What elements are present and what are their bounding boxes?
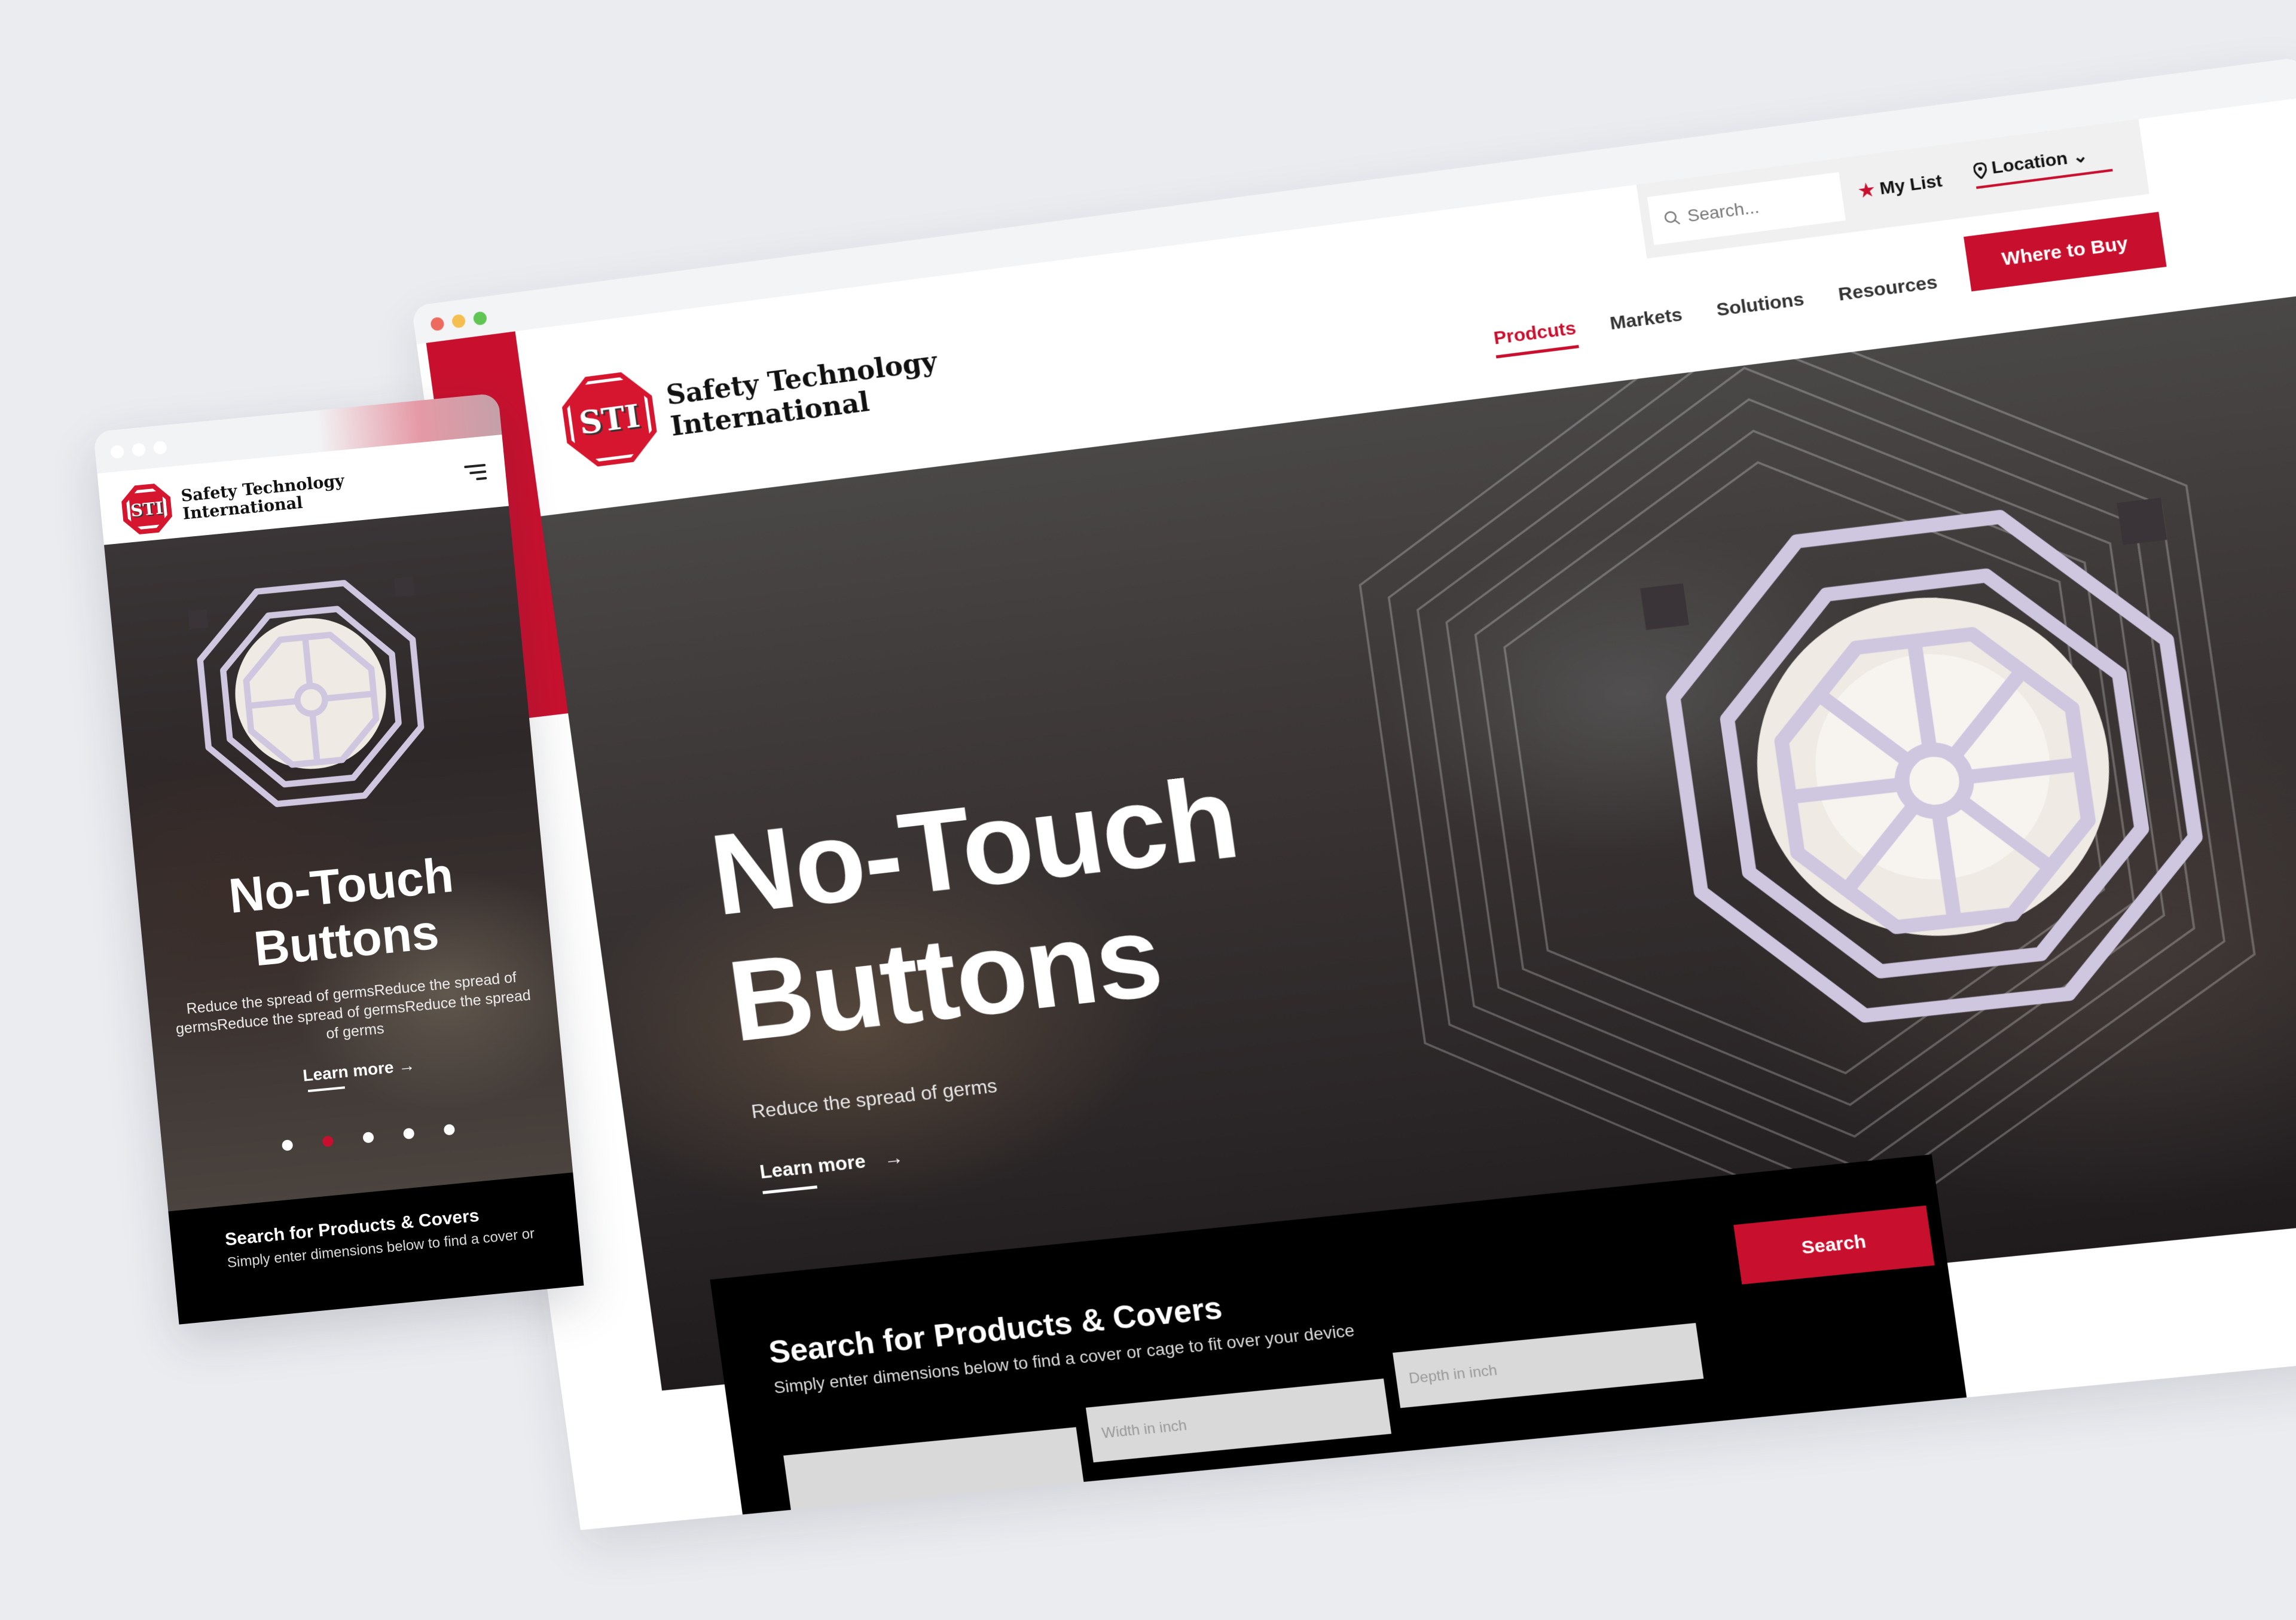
learn-more-underline: [307, 1086, 346, 1093]
height-input[interactable]: [783, 1427, 1084, 1510]
mobile-hero-title: No-Touch Buttons: [136, 839, 552, 988]
search-placeholder: Search...: [1686, 197, 1761, 226]
hero-title: No-Touch Buttons: [704, 751, 1263, 1066]
nav-item-resources[interactable]: Resources: [1837, 272, 1940, 315]
star-icon: ★: [1857, 179, 1876, 201]
chevron-down-icon: ⌄: [2071, 145, 2090, 167]
mobile-carousel-pagination: [281, 1123, 456, 1151]
learn-more-label: Learn more: [758, 1150, 867, 1183]
mobile-browser-window: STI Safety Technology International No-T…: [93, 393, 584, 1325]
product-search-button[interactable]: Search: [1733, 1205, 1935, 1285]
smoke-detector-cage-image: [1640, 438, 2264, 1063]
maximize-window-dot[interactable]: [472, 311, 488, 326]
map-pin-icon: [1973, 161, 1988, 179]
showcase-stage: you.® STI Safety Technology Internationa…: [0, 0, 2296, 1530]
desktop-mockup: you.® STI Safety Technology Internationa…: [411, 53, 2296, 1620]
main-nav: Prodcuts Markets Solutions Resources: [1492, 272, 1940, 359]
learn-more-underline: [762, 1185, 818, 1194]
stop-sign-logo-icon: STI: [120, 482, 173, 536]
site-search-input[interactable]: Search...: [1647, 172, 1846, 246]
hamburger-menu-icon[interactable]: [464, 463, 487, 485]
logo-wordmark: Safety Technology International: [664, 346, 944, 443]
carousel-dot-active[interactable]: [322, 1135, 334, 1148]
carousel-dot[interactable]: [402, 1127, 415, 1140]
carousel-dot[interactable]: [281, 1139, 294, 1151]
desktop-browser-window: you.® STI Safety Technology Internationa…: [411, 56, 2296, 1530]
location-dropdown[interactable]: Location ⌄: [1972, 142, 2113, 189]
logo-badge-text: STI: [130, 497, 164, 521]
arrow-right-icon: →: [397, 1055, 416, 1076]
nav-item-markets[interactable]: Markets: [1608, 304, 1685, 344]
width-input[interactable]: Width in inch: [1085, 1378, 1392, 1463]
window-dot: [152, 440, 167, 455]
carousel-dot[interactable]: [362, 1132, 374, 1144]
carousel-dot[interactable]: [443, 1123, 456, 1136]
location-label: Location: [1990, 148, 2069, 178]
depth-input[interactable]: Depth in inch: [1393, 1323, 1704, 1408]
minimize-window-dot[interactable]: [451, 313, 466, 329]
mobile-mockup: STI Safety Technology International No-T…: [93, 380, 715, 1325]
window-dot: [132, 442, 146, 457]
my-list-label: My List: [1878, 170, 1944, 198]
learn-more-link[interactable]: Learn more →: [758, 1146, 905, 1184]
logo-wordmark: Safety Technology International: [180, 472, 347, 524]
where-to-buy-button[interactable]: Where to Buy: [1964, 212, 2167, 292]
learn-more-label: Learn more: [302, 1057, 395, 1085]
close-window-dot[interactable]: [430, 316, 445, 332]
smoke-detector-cage-image: [188, 576, 425, 808]
mobile-hero-carousel: No-Touch Buttons Reduce the spread of ge…: [104, 506, 573, 1212]
hero-subtitle: Reduce the spread of germs: [750, 1074, 999, 1123]
window-dot: [110, 444, 125, 459]
arrow-right-icon: →: [882, 1145, 905, 1170]
nav-item-solutions[interactable]: Solutions: [1715, 289, 1806, 330]
search-icon: [1662, 209, 1683, 228]
mobile-hero-subtitle: Reduce the spread of germsReduce the spr…: [175, 968, 532, 1043]
nav-item-products[interactable]: Prodcuts: [1492, 317, 1579, 359]
my-list-link[interactable]: ★ My List: [1857, 170, 1944, 201]
